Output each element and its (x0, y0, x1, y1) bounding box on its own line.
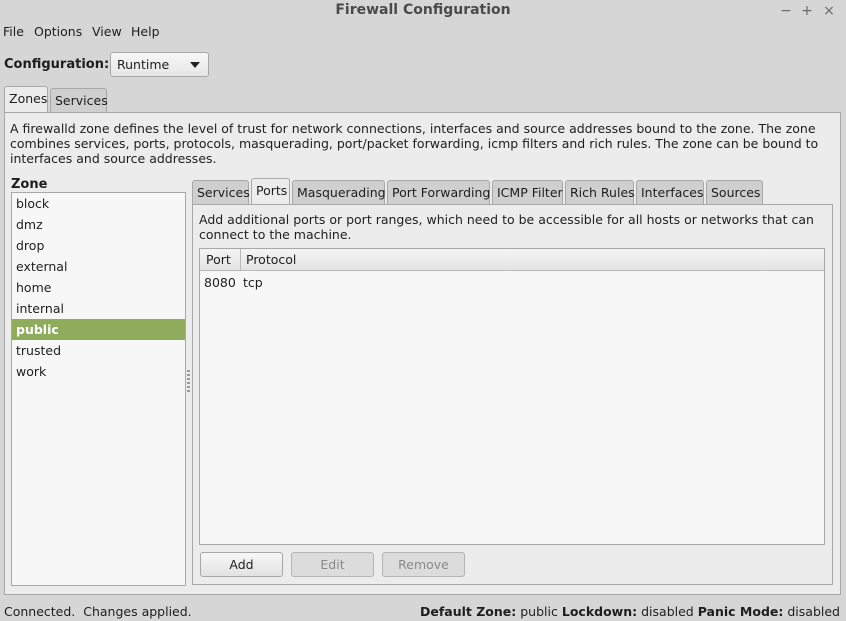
zone-item-block[interactable]: block (12, 193, 185, 214)
default-zone-label: Default Zone: (420, 604, 517, 619)
lockdown-label: Lockdown: (561, 604, 638, 619)
menu-view[interactable]: View (92, 24, 122, 39)
zone-item-external[interactable]: external (12, 256, 185, 277)
chevron-down-icon (190, 62, 200, 68)
zone-item-work[interactable]: work (12, 361, 185, 382)
configuration-label: Configuration: (4, 57, 110, 72)
tab-icmp-filter[interactable]: ICMP Filter (492, 180, 563, 204)
tab-interfaces[interactable]: Interfaces (636, 180, 704, 204)
zone-item-drop[interactable]: drop (12, 235, 185, 256)
ports-description: Add additional ports or port ranges, whi… (199, 212, 814, 242)
status-message: Connected. Changes applied. (4, 604, 192, 619)
pane-resize-handle[interactable] (187, 370, 190, 394)
zone-item-public[interactable]: public (12, 319, 185, 340)
default-zone-value: public (520, 604, 558, 619)
tab-zone-services[interactable]: Services (192, 180, 250, 204)
window-title: Firewall Configuration (335, 2, 511, 18)
zone-description: A firewalld zone defines the level of tr… (10, 121, 819, 166)
panic-mode-label: Panic Mode: (697, 604, 784, 619)
status-summary: Default Zone: public Lockdown: disabled … (420, 604, 840, 619)
cell-port: 8080 (204, 275, 236, 290)
add-button[interactable]: Add (200, 552, 283, 577)
zone-item-dmz[interactable]: dmz (12, 214, 185, 235)
tab-rich-rules[interactable]: Rich Rules (565, 180, 635, 204)
tab-ports[interactable]: Ports (251, 178, 290, 204)
tab-sources[interactable]: Sources (706, 180, 763, 204)
edit-button[interactable]: Edit (291, 552, 374, 577)
menu-help[interactable]: Help (131, 24, 160, 39)
lockdown-value: disabled (641, 604, 694, 619)
remove-button[interactable]: Remove (382, 552, 465, 577)
menu-options[interactable]: Options (34, 24, 82, 39)
column-header-port[interactable]: Port (206, 252, 231, 267)
zone-item-internal[interactable]: internal (12, 298, 185, 319)
menu-file[interactable]: File (3, 24, 24, 39)
tab-masquerading[interactable]: Masquerading (292, 180, 386, 204)
column-header-protocol[interactable]: Protocol (246, 252, 296, 267)
configuration-select[interactable]: Runtime (110, 52, 209, 77)
zone-item-trusted[interactable]: trusted (12, 340, 185, 361)
zone-item-home[interactable]: home (12, 277, 185, 298)
column-divider[interactable] (240, 249, 241, 271)
tab-services[interactable]: Services (50, 88, 108, 112)
table-header: Port Protocol (200, 249, 824, 271)
cell-protocol: tcp (243, 275, 263, 290)
configuration-value: Runtime (117, 57, 170, 72)
title-bar: Firewall Configuration − + × (0, 0, 846, 22)
tab-port-forwarding[interactable]: Port Forwarding (387, 180, 490, 204)
minimize-icon[interactable]: − (776, 1, 796, 21)
close-icon[interactable]: × (819, 1, 839, 21)
ports-table[interactable]: Port Protocol 8080 tcp (199, 248, 825, 545)
tab-zones[interactable]: Zones (4, 86, 48, 112)
zone-list[interactable]: block dmz drop external home internal pu… (11, 192, 186, 586)
maximize-icon[interactable]: + (797, 1, 817, 21)
zone-list-header: Zone (11, 177, 48, 192)
panic-mode-value: disabled (787, 604, 840, 619)
